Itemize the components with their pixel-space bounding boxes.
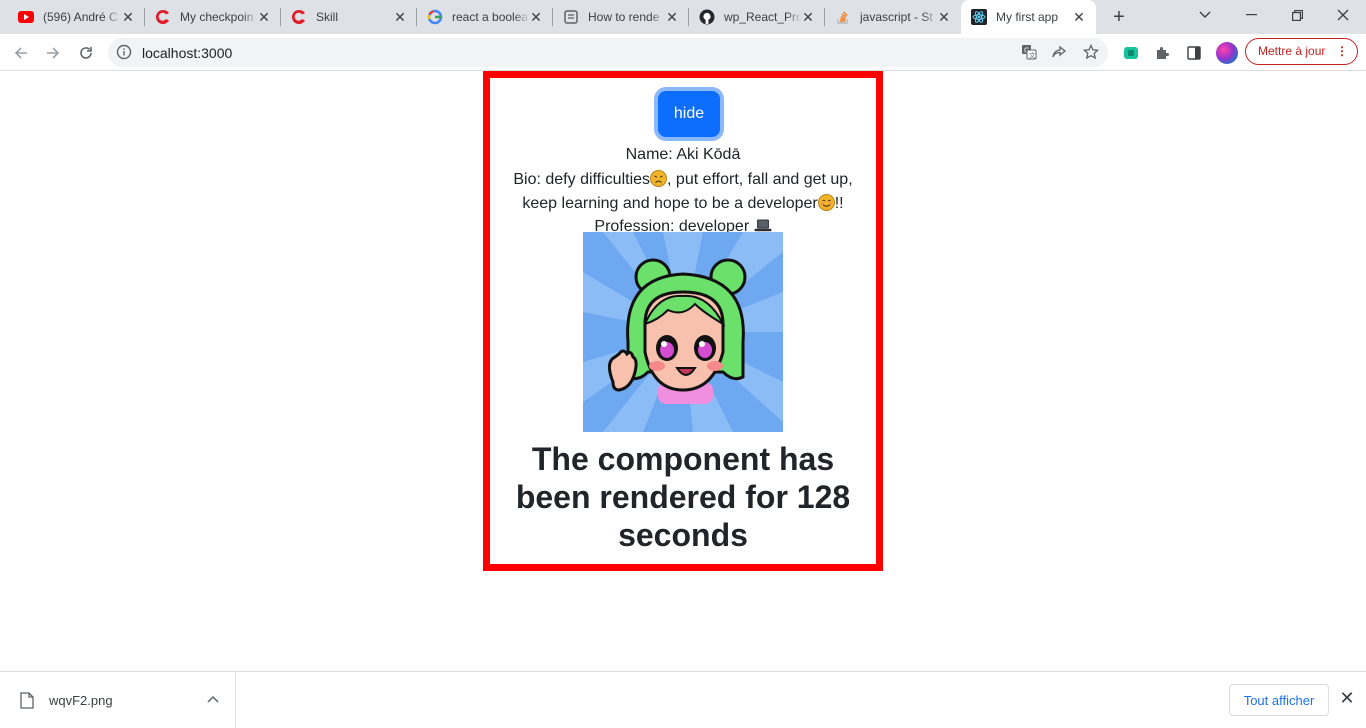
stackoverflow-icon — [835, 9, 851, 25]
tab-title: My first app — [996, 10, 1059, 24]
file-icon — [20, 692, 34, 709]
share-icon[interactable] — [1046, 39, 1072, 65]
bookmark-star-icon[interactable] — [1078, 39, 1104, 65]
profile-name: Name: Aki Kōdā — [625, 146, 741, 163]
minimize-icon — [1245, 14, 1257, 16]
address-bar[interactable]: localhost:3000 G文 — [108, 38, 1108, 67]
arrow-right-icon — [47, 47, 60, 59]
update-button[interactable]: Mettre à jour ⋮ — [1245, 38, 1358, 65]
bio-text-part3: !! — [834, 195, 844, 212]
close-tab-icon[interactable]: ✕ — [1072, 10, 1086, 24]
tab-title: (596) André C — [43, 10, 118, 24]
back-button[interactable] — [8, 40, 34, 66]
extensions-puzzle-icon[interactable] — [1149, 40, 1175, 66]
url-text[interactable]: localhost:3000 — [142, 45, 232, 61]
tab-title: My checkpoin — [180, 10, 254, 24]
browser-toolbar: localhost:3000 G文 Mettre à jour ⋮ — [0, 34, 1366, 71]
svg-text:文: 文 — [1029, 51, 1036, 60]
profile-bio: Bio: defy difficulties, put effort, fall… — [506, 168, 860, 216]
profile-avatar[interactable] — [1216, 42, 1238, 64]
bio-text-part1: Bio: defy difficulties — [513, 171, 651, 188]
close-tab-icon[interactable]: ✕ — [529, 10, 543, 24]
close-tab-icon[interactable]: ✕ — [665, 10, 679, 24]
close-tab-icon[interactable]: ✕ — [257, 10, 271, 24]
show-all-downloads-button[interactable]: Tout afficher — [1229, 684, 1329, 716]
google-icon — [427, 9, 443, 25]
tab-my-checkpoint[interactable]: My checkpoin ✕ — [145, 0, 281, 34]
close-tab-icon[interactable]: ✕ — [393, 10, 407, 24]
reload-button[interactable] — [73, 40, 99, 66]
minimize-button[interactable] — [1228, 0, 1274, 30]
more-menu-icon[interactable]: ⋮ — [1336, 39, 1348, 64]
profile-avatar-image — [583, 232, 783, 432]
forward-button[interactable] — [40, 40, 66, 66]
hide-button[interactable]: hide — [658, 91, 720, 137]
side-panel-icon[interactable] — [1181, 40, 1207, 66]
arrow-left-icon — [14, 47, 27, 59]
tab-title: react a boolea — [452, 10, 529, 24]
close-icon — [1337, 9, 1349, 21]
react-icon — [971, 9, 987, 25]
youtube-icon — [18, 9, 34, 25]
chevron-down-icon — [1199, 11, 1211, 18]
browser-tab-strip: (596) André C ✕ My checkpoin ✕ Skill ✕ r… — [0, 0, 1366, 34]
render-timer-heading: The component has been rendered for 128 … — [515, 441, 851, 553]
close-shelf-icon[interactable]: ✕ — [1337, 688, 1357, 708]
laptop-emoji-icon — [754, 216, 772, 232]
restore-icon — [1291, 9, 1303, 21]
close-tab-icon[interactable]: ✕ — [937, 10, 951, 24]
gomycode-icon — [155, 9, 171, 25]
doc-icon — [563, 9, 579, 25]
github-icon — [699, 9, 715, 25]
close-tab-icon[interactable]: ✕ — [121, 10, 135, 24]
profile-card: hide Name: Aki Kōdā Bio: defy difficulti… — [483, 71, 883, 571]
page-viewport: hide Name: Aki Kōdā Bio: defy difficulti… — [0, 71, 1366, 671]
reload-icon — [80, 47, 92, 59]
tab-search-button[interactable] — [1182, 0, 1228, 30]
download-filename: wqvF2.png — [49, 693, 113, 708]
tab-google-search[interactable]: react a boolea ✕ — [417, 0, 553, 34]
tab-title: Skill — [316, 10, 339, 24]
restore-button[interactable] — [1274, 0, 1320, 30]
close-tab-icon[interactable]: ✕ — [801, 10, 815, 24]
chevron-up-icon[interactable] — [205, 690, 221, 706]
tab-title: javascript - St — [860, 10, 933, 24]
tab-how-to-render[interactable]: How to rende ✕ — [553, 0, 689, 34]
translate-icon[interactable]: G文 — [1016, 39, 1042, 65]
tab-youtube[interactable]: (596) André C ✕ — [8, 0, 145, 34]
close-window-button[interactable] — [1320, 0, 1366, 30]
tab-title: wp_React_Pro — [724, 10, 802, 24]
tab-title: How to rende — [588, 10, 660, 24]
update-button-label: Mettre à jour — [1258, 44, 1326, 58]
gomycode-icon — [291, 9, 307, 25]
info-icon[interactable] — [116, 44, 132, 60]
smiling-face-emoji-icon — [817, 194, 835, 211]
new-tab-button[interactable]: + — [1108, 6, 1130, 28]
download-shelf: wqvF2.png Tout afficher ✕ — [0, 671, 1366, 728]
tab-skill[interactable]: Skill ✕ — [281, 0, 417, 34]
tab-stackoverflow[interactable]: javascript - St ✕ — [825, 0, 961, 34]
tired-face-emoji-icon — [650, 170, 668, 187]
tab-my-first-app[interactable]: My first app ✕ — [961, 0, 1096, 34]
extension-grammar-icon[interactable] — [1118, 40, 1144, 66]
download-item[interactable]: wqvF2.png — [0, 672, 236, 728]
tab-github[interactable]: wp_React_Pro ✕ — [689, 0, 825, 34]
